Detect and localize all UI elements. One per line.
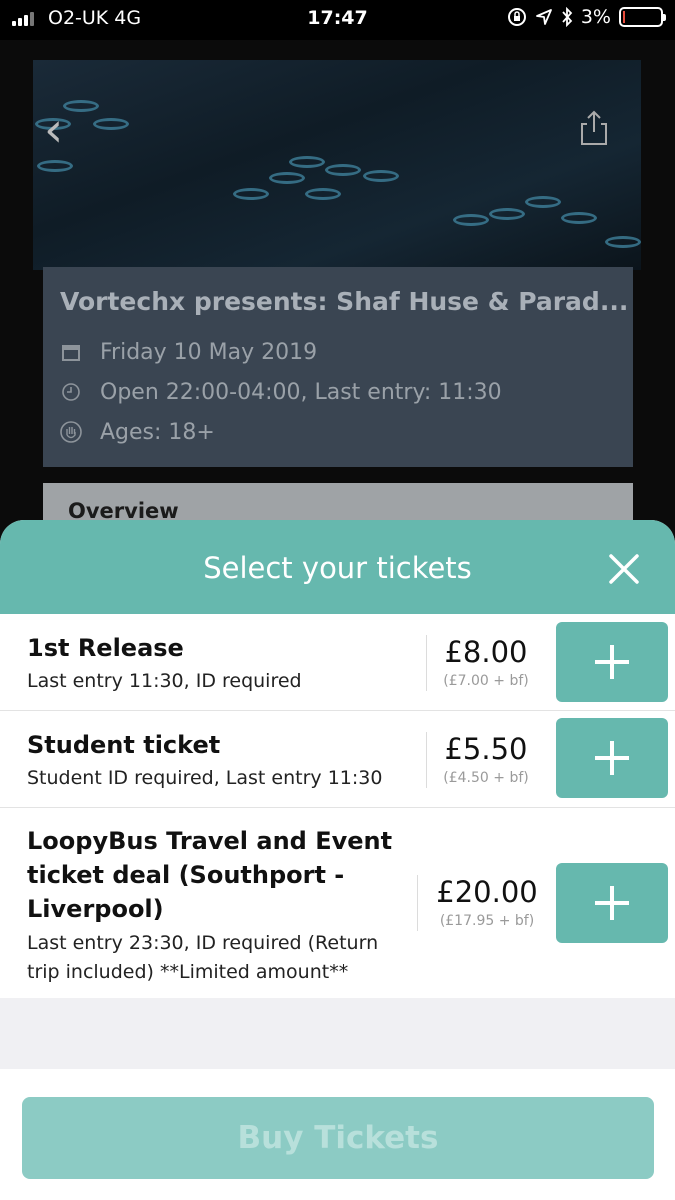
status-icons: 3% [507, 6, 666, 28]
ticket-description: Last entry 23:30, ID required (Return tr… [27, 932, 379, 983]
ticket-price: £5.50 (£4.50 + bf) [438, 732, 534, 786]
plus-icon [595, 886, 629, 920]
add-ticket-button[interactable] [556, 622, 668, 702]
ticket-name: 1st Release [27, 634, 184, 662]
event-ages-row: Ages: 18+ [60, 417, 215, 447]
plus-icon [595, 645, 629, 679]
sheet-footer: Buy Tickets [0, 1069, 675, 1200]
event-date-row: Friday 10 May 2019 [60, 337, 317, 367]
clock-icon [60, 381, 82, 403]
bluetooth-icon [562, 7, 573, 27]
status-bar: O2-UK 4G 17:47 3% [0, 0, 675, 40]
event-title: Vortechx presents: Shaf Huse & Parad... [60, 287, 629, 316]
location-arrow-icon [535, 9, 552, 25]
divider [426, 635, 427, 691]
plus-icon [595, 741, 629, 775]
close-icon[interactable] [604, 549, 644, 589]
ticket-price: £20.00 (£17.95 + bf) [428, 875, 546, 929]
add-ticket-button[interactable] [556, 863, 668, 943]
ticket-description: Last entry 11:30, ID required [27, 670, 302, 692]
event-hero-image [33, 60, 641, 270]
ticket-description: Student ID required, Last entry 11:30 [27, 767, 383, 789]
price-breakdown: (£4.50 + bf) [443, 770, 529, 786]
divider [426, 732, 427, 788]
add-ticket-button[interactable] [556, 718, 668, 798]
sheet-title: Select your tickets [203, 551, 472, 585]
event-hours-row: Open 22:00-04:00, Last entry: 11:30 [60, 377, 502, 407]
ticket-price: £8.00 (£7.00 + bf) [438, 635, 534, 689]
ticket-name: LoopyBus Travel and Event ticket deal (S… [27, 827, 393, 923]
price-breakdown: (£7.00 + bf) [443, 673, 529, 689]
event-hours: Open 22:00-04:00, Last entry: 11:30 [100, 379, 502, 405]
sheet-header: Select your tickets [0, 520, 675, 614]
ticket-row-1st-release: 1st Release Last entry 11:30, ID require… [0, 614, 675, 711]
price-total: £8.00 [444, 635, 528, 669]
event-info-card: Vortechx presents: Shaf Huse & Parad... … [43, 267, 633, 467]
buy-tickets-button[interactable]: Buy Tickets [22, 1097, 654, 1179]
back-chevron-icon[interactable]: ‹ [44, 105, 80, 155]
event-date: Friday 10 May 2019 [100, 339, 318, 365]
event-page-background: ‹ Vortechx presents: Shaf Huse & Parad..… [0, 40, 675, 560]
ticket-row-student: Student ticket Student ID required, Last… [0, 711, 675, 808]
ticket-list: 1st Release Last entry 11:30, ID require… [0, 614, 675, 998]
battery-percent: 3% [580, 6, 611, 28]
price-breakdown: (£17.95 + bf) [439, 913, 535, 929]
rotation-lock-icon [507, 8, 526, 26]
ticket-name: Student ticket [27, 731, 221, 759]
price-total: £20.00 [436, 875, 538, 909]
hand-stop-icon [60, 421, 82, 443]
ticket-row-loopybus: LoopyBus Travel and Event ticket deal (S… [0, 808, 675, 998]
divider [417, 875, 418, 931]
calendar-icon [60, 341, 82, 363]
ticket-selection-sheet: Select your tickets 1st Release Last ent… [0, 520, 675, 1200]
price-total: £5.50 [444, 732, 528, 766]
share-icon[interactable] [578, 110, 610, 146]
battery-icon [619, 7, 666, 27]
event-ages: Ages: 18+ [100, 419, 215, 445]
